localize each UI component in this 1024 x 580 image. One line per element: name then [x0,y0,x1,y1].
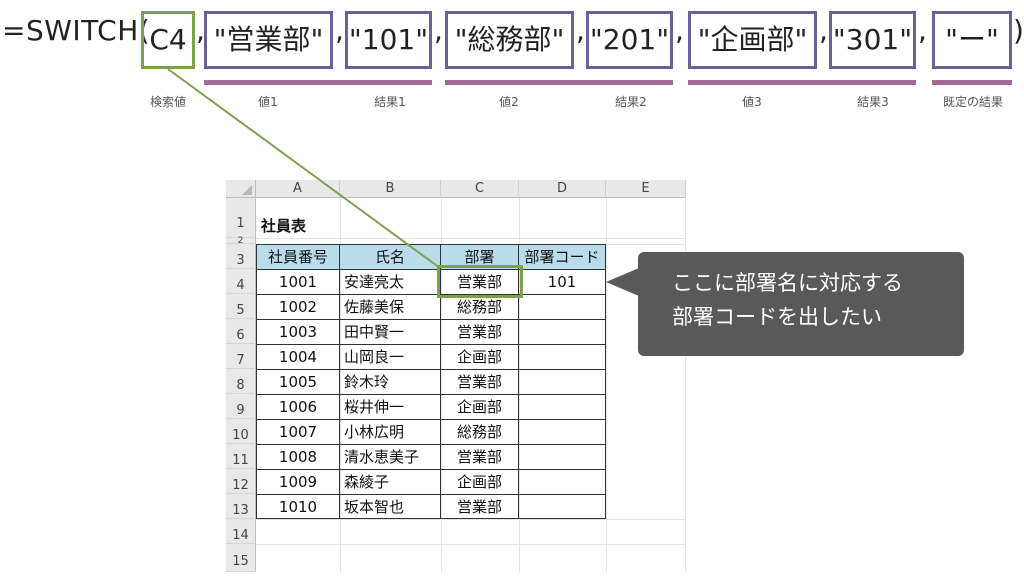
callout-box: ここに部署名に対応する 部署コードを出したい [638,252,964,356]
callout-line2: 部署コードを出したい [672,305,882,329]
callout-pointer [606,268,639,296]
callout-line1: ここに部署名に対応する [672,271,903,295]
